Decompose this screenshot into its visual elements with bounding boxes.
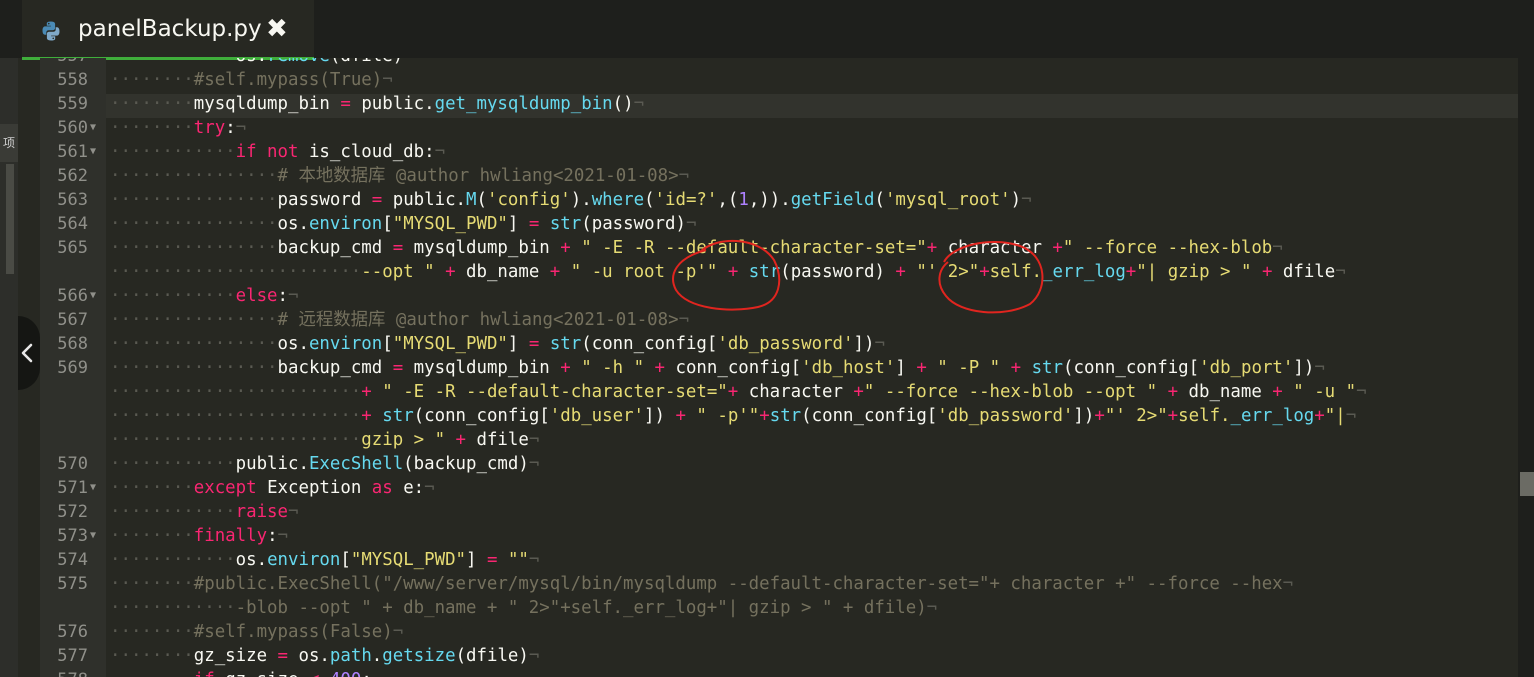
code-text: ············public.ExecShell(backup_cmd)… bbox=[110, 454, 540, 474]
code-line[interactable]: 574 ············os.environ["MYSQL_PWD"] =… bbox=[40, 548, 1518, 572]
line-number: 576 bbox=[57, 622, 88, 642]
code-text: ········try:¬ bbox=[110, 118, 247, 138]
code-text: ············else:¬ bbox=[110, 286, 299, 306]
code-line[interactable]: 565 ················backup_cmd = mysqldum… bbox=[40, 236, 1518, 260]
line-number: 573 bbox=[57, 526, 88, 546]
code-line[interactable]: 562 ················# 本地数据库 @author hwlia… bbox=[40, 164, 1518, 188]
code-editor[interactable]: 557 ············os.remove(dfile)¬ 558 ·····… bbox=[40, 58, 1518, 677]
code-line[interactable]: 576 ········#self.mypass(False)¬ bbox=[40, 620, 1518, 644]
code-text: ························+ str(conn_confi… bbox=[110, 406, 1357, 426]
chevron-left-icon bbox=[21, 343, 33, 363]
code-line[interactable]: 573 ▼ ········finally:¬ bbox=[40, 524, 1518, 548]
code-line[interactable]: 564 ················os.environ["MYSQL_PWD… bbox=[40, 212, 1518, 236]
code-text: ················# 远程数据库 @author hwliang<… bbox=[110, 310, 690, 330]
line-number: 570 bbox=[57, 454, 88, 474]
line-number: 564 bbox=[57, 214, 88, 234]
code-text: ························--opt " + db_nam… bbox=[110, 262, 1346, 282]
code-text: ················backup_cmd = mysqldump_b… bbox=[110, 358, 1325, 378]
editor-vertical-scrollbar[interactable] bbox=[1518, 58, 1534, 677]
fold-arrow-icon[interactable]: ▼ bbox=[90, 116, 96, 140]
code-text: ················backup_cmd = mysqldump_b… bbox=[110, 238, 1283, 258]
code-text: ················password = public.M('con… bbox=[110, 190, 1032, 210]
line-number: 558 bbox=[57, 70, 88, 90]
code-text: ························+ " -E -R --defa… bbox=[110, 382, 1367, 402]
code-text: ········#public.ExecShell("/www/server/m… bbox=[110, 574, 1294, 594]
code-line[interactable]: 566 ▼ ············else:¬ bbox=[40, 284, 1518, 308]
code-line[interactable]: 575 ········#public.ExecShell("/www/serve… bbox=[40, 572, 1518, 596]
line-number: 577 bbox=[57, 646, 88, 666]
code-line[interactable]: 561 ▼ ············if not is_cloud_db:¬ bbox=[40, 140, 1518, 164]
code-text: ········finally:¬ bbox=[110, 526, 289, 546]
side-panel-strip: 项 bbox=[0, 58, 18, 677]
line-number: 571 bbox=[57, 478, 88, 498]
line-number: 574 bbox=[57, 550, 88, 570]
line-number: 572 bbox=[57, 502, 88, 522]
line-number: 562 bbox=[57, 166, 88, 186]
line-number: 561 bbox=[57, 142, 88, 162]
fold-arrow-icon[interactable]: ▼ bbox=[90, 140, 96, 164]
python-icon bbox=[42, 21, 60, 41]
code-line[interactable]: 578 ········if gz_size < 400:¬ bbox=[40, 668, 1518, 677]
side-panel-scrollbar[interactable] bbox=[6, 164, 14, 274]
code-text: ············os.remove(dfile)¬ bbox=[110, 58, 414, 68]
code-line[interactable]: 558 ········#self.mypass(True)¬ bbox=[40, 68, 1518, 92]
code-line[interactable]: 557 ············os.remove(dfile)¬ bbox=[40, 58, 1518, 68]
code-text: ············if not is_cloud_db:¬ bbox=[110, 142, 446, 162]
code-text: ················os.environ["MYSQL_PWD"] … bbox=[110, 334, 885, 354]
code-text: ········gz_size = os.path.getsize(dfile)… bbox=[110, 646, 540, 666]
line-number: 568 bbox=[57, 334, 88, 354]
line-number: 569 bbox=[57, 358, 88, 378]
code-line[interactable]: ············-blob --opt " + db_name + " … bbox=[40, 596, 1518, 620]
code-line[interactable]: 567 ················# 远程数据库 @author hwlia… bbox=[40, 308, 1518, 332]
line-number: 563 bbox=[57, 190, 88, 210]
code-line[interactable]: 568 ················os.environ["MYSQL_PWD… bbox=[40, 332, 1518, 356]
code-text: ················os.environ["MYSQL_PWD"] … bbox=[110, 214, 697, 234]
code-text: ························gzip > " + dfile… bbox=[110, 430, 540, 450]
fold-arrow-icon[interactable]: ▼ bbox=[90, 476, 96, 500]
tab-bar: panelBackup.py ✖ bbox=[0, 0, 1534, 60]
line-number: 578 bbox=[44, 668, 88, 677]
line-number: 575 bbox=[57, 574, 88, 594]
code-line[interactable]: 577 ········gz_size = os.path.getsize(dfi… bbox=[40, 644, 1518, 668]
code-text: ········if gz_size < 400:¬ bbox=[110, 668, 382, 677]
code-text: ········#self.mypass(False)¬ bbox=[110, 622, 404, 642]
line-number: 566 bbox=[57, 286, 88, 306]
code-line[interactable]: 560 ▼ ········try:¬ bbox=[40, 116, 1518, 140]
code-line[interactable]: 572 ············raise¬ bbox=[40, 500, 1518, 524]
code-line[interactable]: ························--opt " + db_nam… bbox=[40, 260, 1518, 284]
line-number: 557 bbox=[44, 58, 88, 68]
close-icon[interactable]: ✖ bbox=[266, 14, 288, 44]
fold-arrow-icon[interactable]: ▼ bbox=[90, 524, 96, 548]
line-number: 565 bbox=[57, 238, 88, 258]
code-line[interactable]: 559 ········mysqldump_bin = public.get_my… bbox=[40, 92, 1518, 116]
code-text: ········mysqldump_bin = public.get_mysql… bbox=[110, 94, 645, 114]
fold-arrow-icon[interactable]: ▼ bbox=[90, 284, 96, 308]
code-text: ············raise¬ bbox=[110, 502, 299, 522]
line-number: 559 bbox=[57, 94, 88, 114]
code-text: ················# 本地数据库 @author hwliang<… bbox=[110, 166, 690, 186]
scrollbar-thumb[interactable] bbox=[1520, 472, 1534, 496]
code-line[interactable]: ························+ " -E -R --defa… bbox=[40, 380, 1518, 404]
code-line[interactable]: 563 ················password = public.M('… bbox=[40, 188, 1518, 212]
code-text: ············os.environ["MYSQL_PWD"] = ""… bbox=[110, 550, 540, 570]
project-panel-button[interactable]: 项 bbox=[0, 124, 18, 162]
line-number: 567 bbox=[57, 310, 88, 330]
code-text: ········#self.mypass(True)¬ bbox=[110, 70, 393, 90]
code-line[interactable]: 569 ················backup_cmd = mysqldum… bbox=[40, 356, 1518, 380]
code-text: ············-blob --opt " + db_name + " … bbox=[110, 598, 938, 618]
line-number: 560 bbox=[57, 118, 88, 138]
code-line[interactable]: ························+ str(conn_confi… bbox=[40, 404, 1518, 428]
code-text: ········except Exception as e:¬ bbox=[110, 478, 435, 498]
code-line[interactable]: ························gzip > " + dfile… bbox=[40, 428, 1518, 452]
tab-title: panelBackup.py bbox=[78, 16, 262, 42]
code-line[interactable]: 570 ············public.ExecShell(backup_c… bbox=[40, 452, 1518, 476]
code-line[interactable]: 571 ▼ ········except Exception as e:¬ bbox=[40, 476, 1518, 500]
collapse-sidebar-button[interactable] bbox=[18, 316, 40, 390]
